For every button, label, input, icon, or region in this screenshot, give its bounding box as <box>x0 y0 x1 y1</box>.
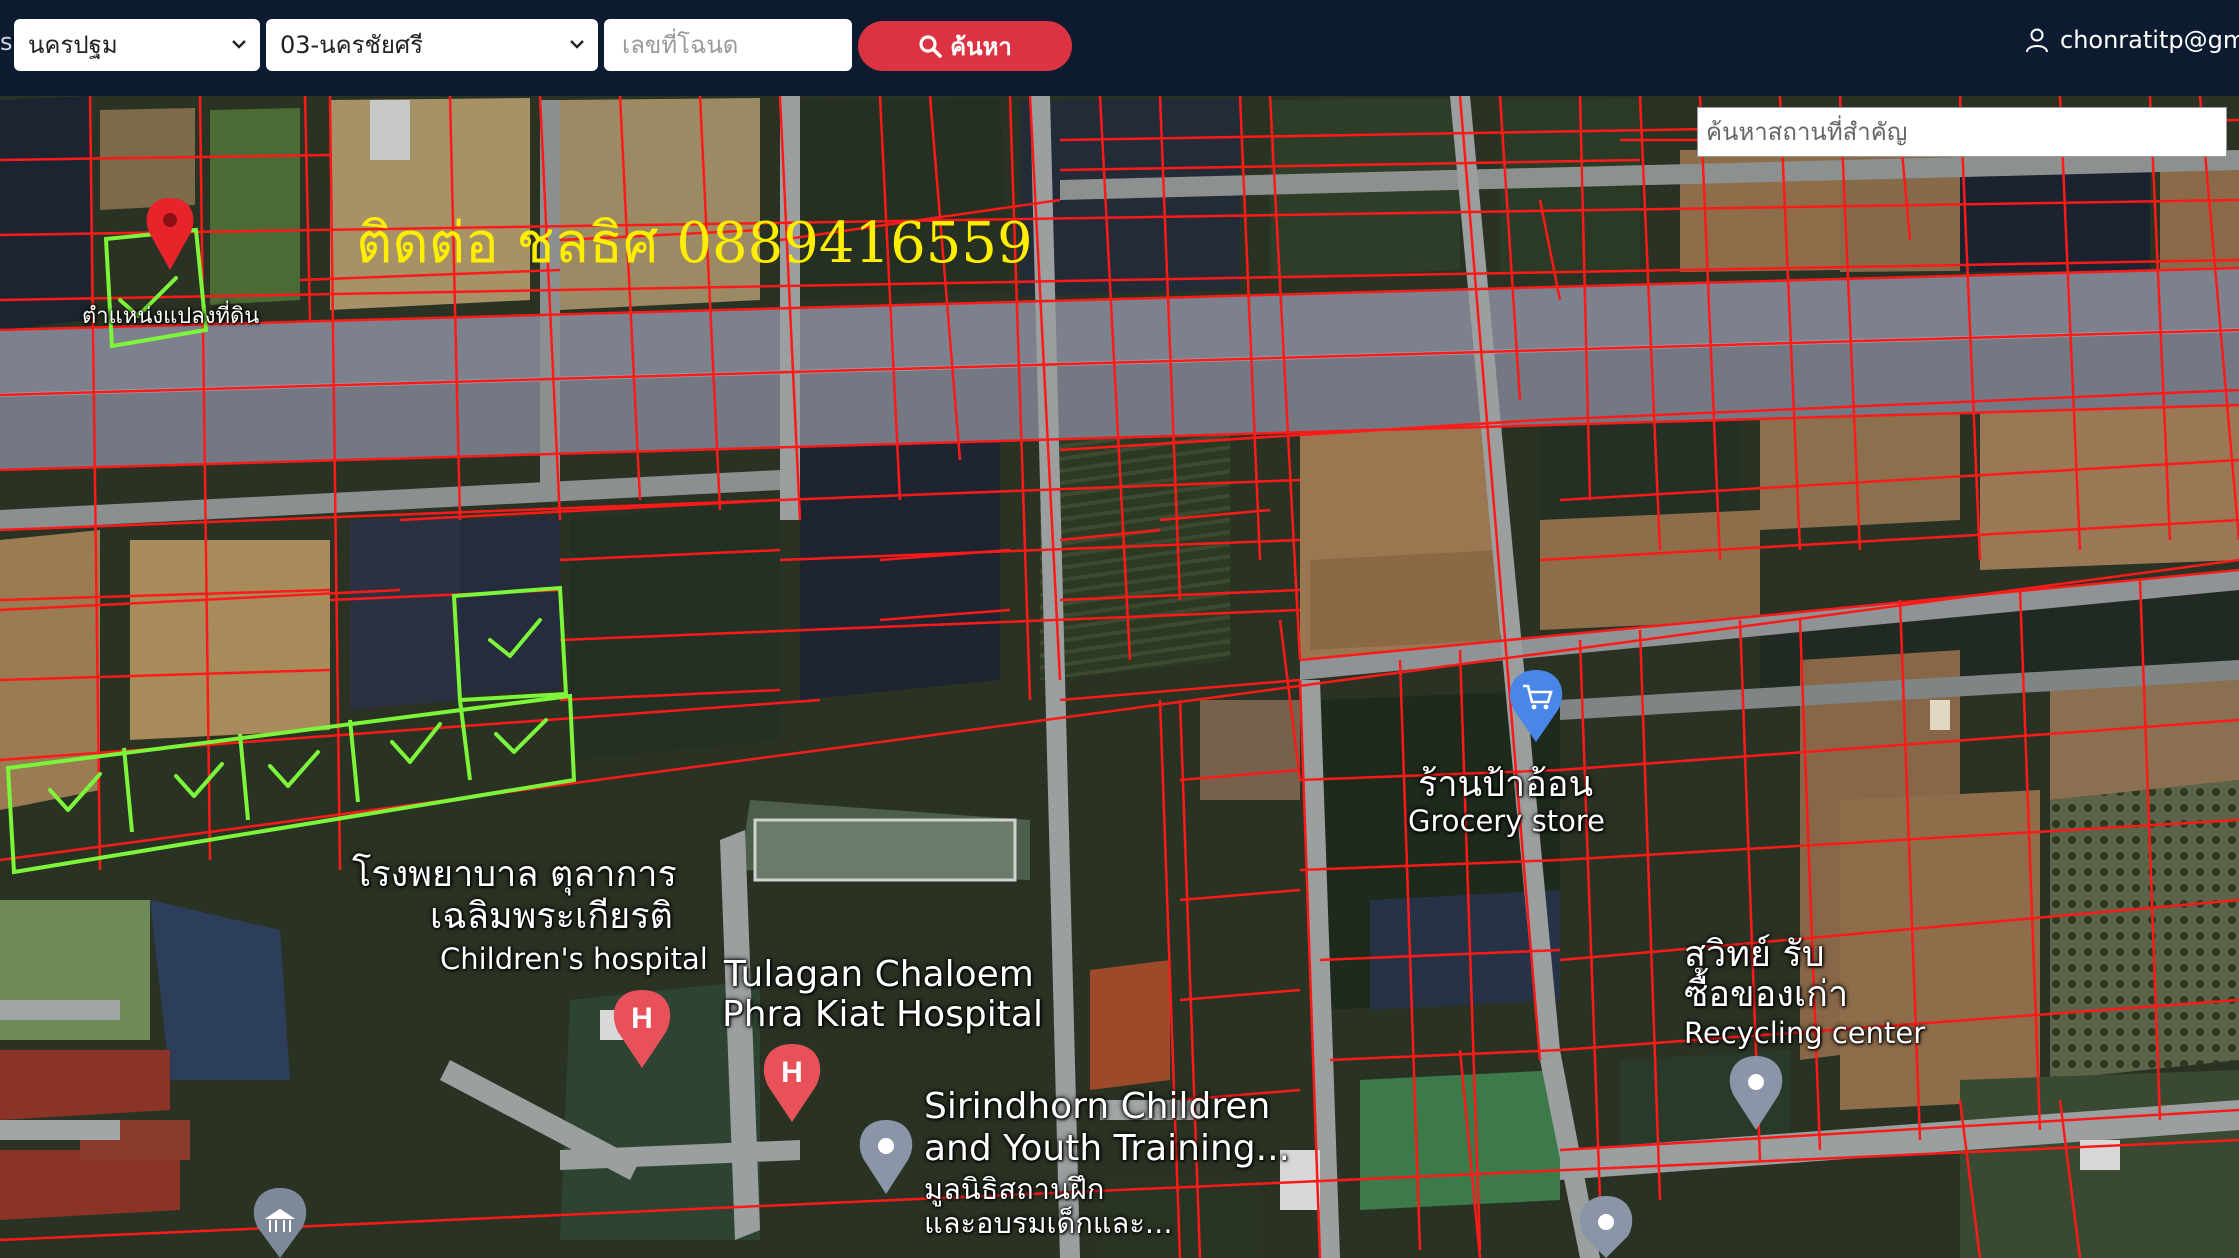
tulagan-hospital-line-2: Phra Kiat Hospital <box>722 994 1043 1035</box>
svg-text:H: H <box>631 1002 653 1035</box>
chevron-down-icon <box>232 40 246 49</box>
recycling-name-th-1: สุวิทย์ รับ <box>1684 934 1825 975</box>
deed-number-input[interactable] <box>604 19 852 71</box>
province-value: นครปฐม <box>28 31 118 59</box>
search-button-label: ค้นหา <box>950 32 1012 61</box>
contact-overlay-text: ติดต่อ ชลธิศ 0889416559 <box>356 211 1033 276</box>
recycling-name-th-2: ซื้อของเก่า <box>1684 974 1849 1015</box>
user-email: chonratitp@gm <box>2060 26 2239 54</box>
sirindhorn-th-line-1: มูลนิธิสถานฝึก <box>924 1172 1105 1206</box>
sirindhorn-th-line-2: และอบรมเด็กและ... <box>924 1206 1173 1240</box>
satellite-map[interactable]: H H ตำแหน่งแปลงที่ดิน ร้านป้าอ้อน Grocer… <box>0 96 2239 1258</box>
hospital-name-en: Children's hospital <box>440 942 708 976</box>
district-value: 03-นครชัยศรี <box>280 31 424 59</box>
place-search-input[interactable] <box>1697 107 2227 157</box>
district-select[interactable]: 03-นครชัยศรี <box>266 19 598 71</box>
sirindhorn-line-1: Sirindhorn Children <box>924 1086 1271 1127</box>
grocery-name-th: ร้านป้าอ้อน <box>1418 764 1594 805</box>
parcel-location-label: ตำแหน่งแปลงที่ดิน <box>82 304 260 329</box>
svg-text:H: H <box>781 1056 803 1089</box>
user-icon <box>2026 28 2048 53</box>
tulagan-hospital-line-1: Tulagan Chaloem <box>724 954 1034 995</box>
search-icon <box>919 35 942 58</box>
hospital-name-th-1: โรงพยาบาล ตุลาการ <box>352 854 677 895</box>
province-select[interactable]: นครปฐม <box>14 19 260 71</box>
search-button[interactable]: ค้นหา <box>858 21 1072 71</box>
sirindhorn-line-2: and Youth Training... <box>924 1128 1290 1169</box>
chevron-down-icon <box>570 40 584 49</box>
user-account[interactable]: chonratitp@gm <box>2024 26 2239 54</box>
map-canvas[interactable]: H H <box>0 96 2239 1258</box>
hospital-name-th-2: เฉลิมพระเกียรติ <box>430 896 673 937</box>
grocery-name-en: Grocery store <box>1408 804 1605 838</box>
cut-off-label: s <box>0 28 13 56</box>
recycling-name-en: Recycling center <box>1684 1016 1926 1050</box>
top-bar: s นครปฐม 03-นครชัยศรี ค้นหา chonratitp@g… <box>0 0 2239 96</box>
